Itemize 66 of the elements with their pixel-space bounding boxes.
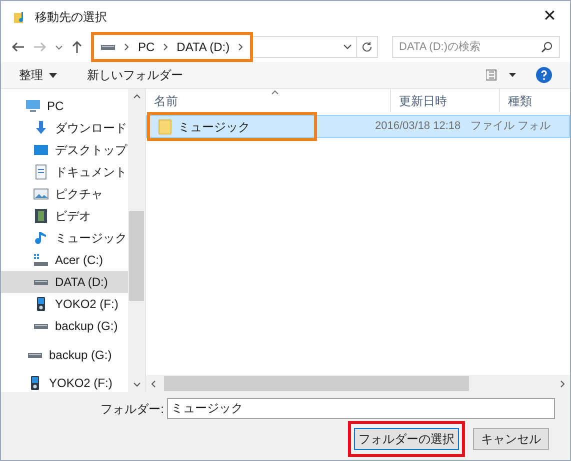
breadcrumb-item[interactable]: DATA (D:) <box>176 38 230 56</box>
breadcrumb-bar[interactable]: PC DATA (D:) <box>91 32 253 62</box>
scroll-down-icon[interactable] <box>132 382 140 388</box>
folder-icon <box>158 118 172 134</box>
folder-label: フォルダー: <box>100 400 164 418</box>
nav-item[interactable]: DATA (D:) <box>1 271 128 293</box>
horizontal-scrollbar[interactable] <box>146 375 570 392</box>
download-icon <box>33 120 49 136</box>
caret-down-icon <box>49 72 57 78</box>
help-icon[interactable] <box>536 67 552 83</box>
video-icon <box>33 208 49 224</box>
nav-item[interactable]: backup (G:) <box>1 315 128 337</box>
system-drive-icon <box>33 252 49 268</box>
drive-icon <box>33 324 49 328</box>
nav-item[interactable]: YOKO2 (F:) <box>1 372 128 394</box>
computer-icon <box>25 98 41 114</box>
nav-item[interactable]: ミュージック <box>1 227 128 249</box>
nav-item[interactable]: YOKO2 (F:) <box>1 293 128 315</box>
chevron-right-icon <box>238 43 244 51</box>
modified-date: 2016/03/18 12:18 <box>375 119 461 134</box>
scroll-up-icon[interactable] <box>132 93 140 99</box>
nav-item[interactable]: ドキュメント <box>1 161 128 183</box>
chevron-down-icon[interactable] <box>343 43 352 51</box>
nav-item[interactable]: ピクチャ <box>1 183 128 205</box>
organize-menu[interactable]: 整理 <box>19 66 57 84</box>
drive-icon <box>100 44 116 50</box>
refresh-icon <box>361 41 373 53</box>
window-title: 移動先の選択 <box>35 8 107 26</box>
search-field[interactable]: DATA (D:)の検索 <box>392 36 560 58</box>
sort-caret-icon <box>271 90 279 95</box>
chevron-right-icon <box>124 43 130 51</box>
search-input[interactable]: DATA (D:)の検索 <box>399 38 541 56</box>
nav-item[interactable]: ビデオ <box>1 205 128 227</box>
file-name: ミュージック <box>178 118 250 136</box>
column-header[interactable]: 更新日時 <box>391 89 500 112</box>
new-folder-button[interactable]: 新しいフォルダー <box>87 66 183 84</box>
file-row[interactable]: ミュージック 2016/03/18 12:18 ファイル フォル <box>146 115 570 138</box>
pictures-icon <box>33 186 49 202</box>
view-options-icon[interactable] <box>486 69 516 81</box>
scroll-right-icon[interactable] <box>560 380 566 388</box>
column-header[interactable]: 種類 <box>500 89 570 112</box>
nav-item[interactable]: PC <box>1 95 128 117</box>
column-header[interactable]: 名前 <box>146 89 391 112</box>
select-folder-button[interactable]: フォルダーの選択 <box>354 428 459 450</box>
music-icon <box>33 230 49 246</box>
desktop-icon <box>33 142 49 158</box>
nav-item[interactable]: ダウンロード <box>1 117 128 139</box>
search-icon <box>541 41 553 53</box>
nav-item[interactable]: backup (G:) <box>1 344 128 366</box>
drive-icon <box>33 280 49 284</box>
nav-item[interactable]: デスクトップ <box>1 139 128 161</box>
scroll-left-icon[interactable] <box>150 380 156 388</box>
folder-name-field[interactable]: ミュージック <box>167 398 555 419</box>
refresh-button[interactable] <box>356 36 378 58</box>
nav-item[interactable]: Acer (C:) <box>1 249 128 271</box>
chevron-right-icon <box>162 43 169 51</box>
document-icon <box>33 164 49 180</box>
back-arrow-icon[interactable] <box>11 40 25 54</box>
up-arrow-icon[interactable] <box>71 40 83 54</box>
close-button[interactable]: ✕ <box>539 4 560 28</box>
chevron-down-icon[interactable] <box>55 43 63 51</box>
file-type: ファイル フォル <box>470 119 551 134</box>
drive-icon <box>27 352 43 358</box>
vertical-scrollbar[interactable] <box>128 89 145 392</box>
cancel-button[interactable]: キャンセル <box>473 428 549 450</box>
breadcrumb-item[interactable]: PC <box>138 38 155 56</box>
